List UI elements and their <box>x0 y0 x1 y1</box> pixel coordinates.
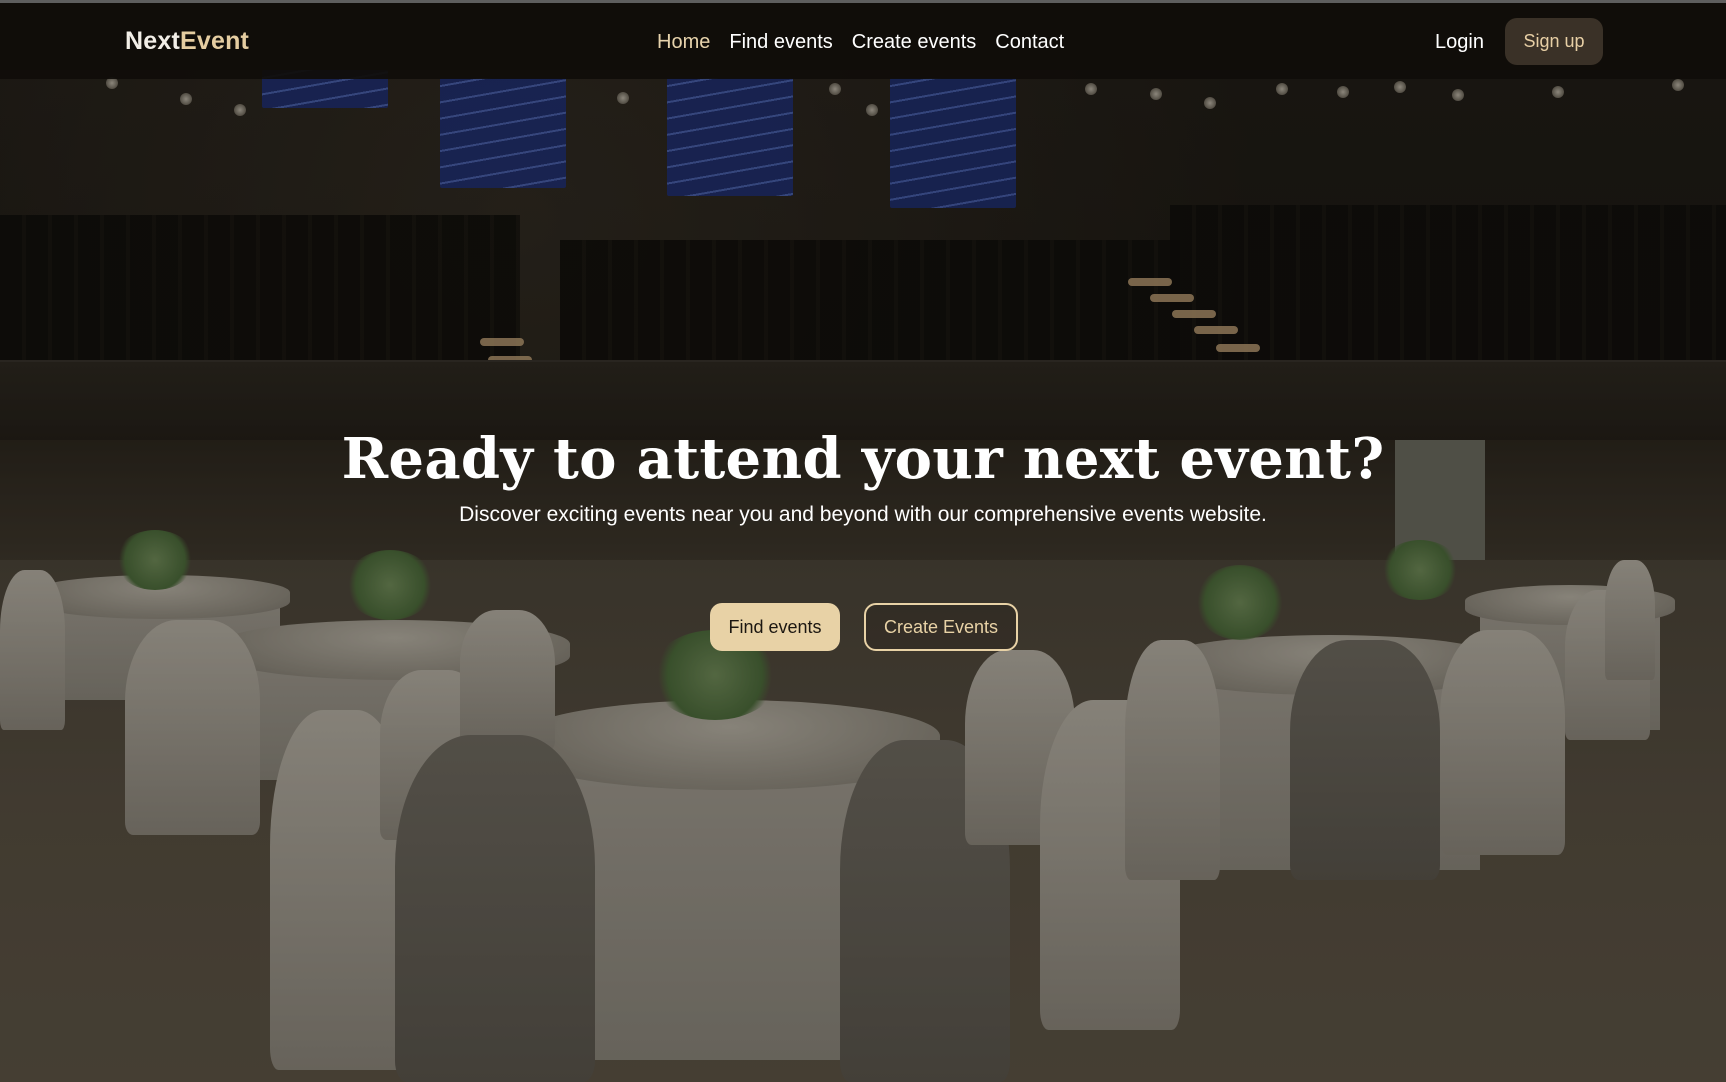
brand-accent: Event <box>180 27 250 55</box>
login-link[interactable]: Login <box>1435 31 1484 54</box>
nav-links: Home Find events Create events Contact <box>657 31 1064 54</box>
nav-link-find-events[interactable]: Find events <box>729 31 832 54</box>
hero-subtitle: Discover exciting events near you and be… <box>459 503 1267 526</box>
hero-background-image <box>0 0 1726 1082</box>
nav-link-create-events[interactable]: Create events <box>852 31 977 54</box>
nav-link-home[interactable]: Home <box>657 31 710 54</box>
find-events-button[interactable]: Find events <box>710 603 840 651</box>
hero-dark-overlay <box>0 0 1726 1082</box>
hero-title: Ready to attend your next event? <box>341 426 1385 492</box>
navbar: NextEvent Home Find events Create events… <box>0 3 1726 79</box>
create-events-button[interactable]: Create Events <box>864 603 1018 651</box>
brand-logo[interactable]: NextEvent <box>125 27 249 56</box>
signup-button[interactable]: Sign up <box>1505 18 1603 65</box>
nav-link-contact[interactable]: Contact <box>995 31 1064 54</box>
brand-prefix: Next <box>125 27 180 55</box>
